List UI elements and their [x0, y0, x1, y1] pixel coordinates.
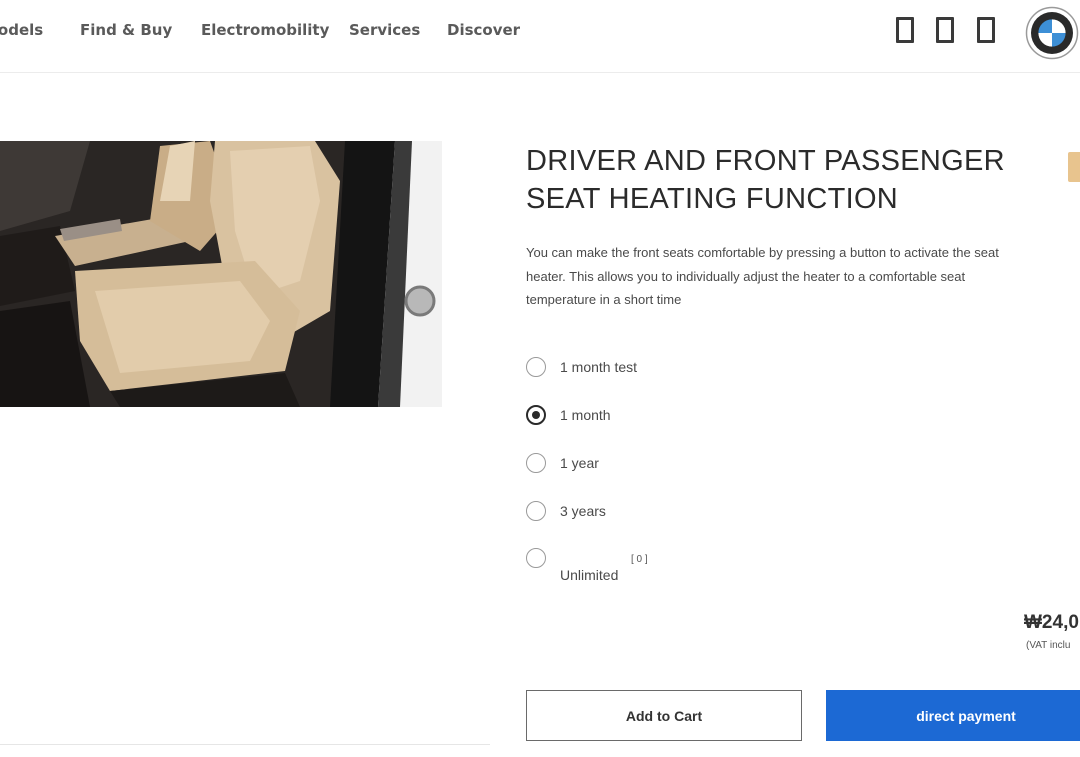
option-label: 1 year [560, 455, 599, 471]
radio-button[interactable] [526, 357, 546, 377]
nav-item-find-and-buy[interactable]: Find & Buy [80, 21, 172, 39]
direct-payment-button[interactable]: direct payment [826, 690, 1080, 741]
description-line: heater. This allows you to individually … [526, 268, 966, 284]
option-label: 3 years [560, 503, 606, 519]
price: ₩24,0 [1024, 612, 1079, 633]
radio-button[interactable] [526, 453, 546, 473]
badge-icon [1068, 152, 1080, 182]
option-label: 1 month test [560, 359, 638, 375]
nav-item-discover[interactable]: Discover [447, 21, 520, 39]
radio-button-selected[interactable] [526, 405, 546, 425]
product-title-line1: DRIVER AND FRONT PASSENGER [526, 145, 1005, 177]
footnote-marker[interactable]: [ 0 ] [631, 554, 648, 565]
radio-button[interactable] [526, 548, 546, 568]
seat-product-image [0, 141, 442, 407]
bookmark-icon[interactable] [936, 17, 954, 43]
cart-icon[interactable] [977, 17, 995, 43]
product-title: DRIVER AND FRONT PASSENGER SEAT HEATING … [526, 142, 1046, 218]
option-label: 1 month [560, 407, 611, 423]
radio-button[interactable] [526, 501, 546, 521]
vat-note: (VAT inclu [1026, 640, 1071, 651]
add-to-cart-button[interactable]: Add to Cart [526, 690, 802, 741]
divider [0, 744, 490, 745]
bmw-logo[interactable] [1025, 6, 1079, 60]
description-line: You can make the front seats comfortable… [526, 245, 999, 260]
nav-item-models[interactable]: Models [0, 21, 43, 39]
product-title-line2: SEAT HEATING FUNCTION [526, 183, 899, 215]
nav-item-services[interactable]: Services [349, 21, 420, 39]
product-description: You can make the front seats comfortable… [526, 241, 1080, 312]
nav-item-electromobility[interactable]: Electromobility [201, 21, 329, 39]
description-line: temperature in a short time [526, 292, 682, 307]
top-navigation: Models Find & Buy Electromobility Servic… [0, 0, 1080, 73]
account-icon[interactable] [896, 17, 914, 43]
option-label: Unlimited [560, 567, 619, 583]
